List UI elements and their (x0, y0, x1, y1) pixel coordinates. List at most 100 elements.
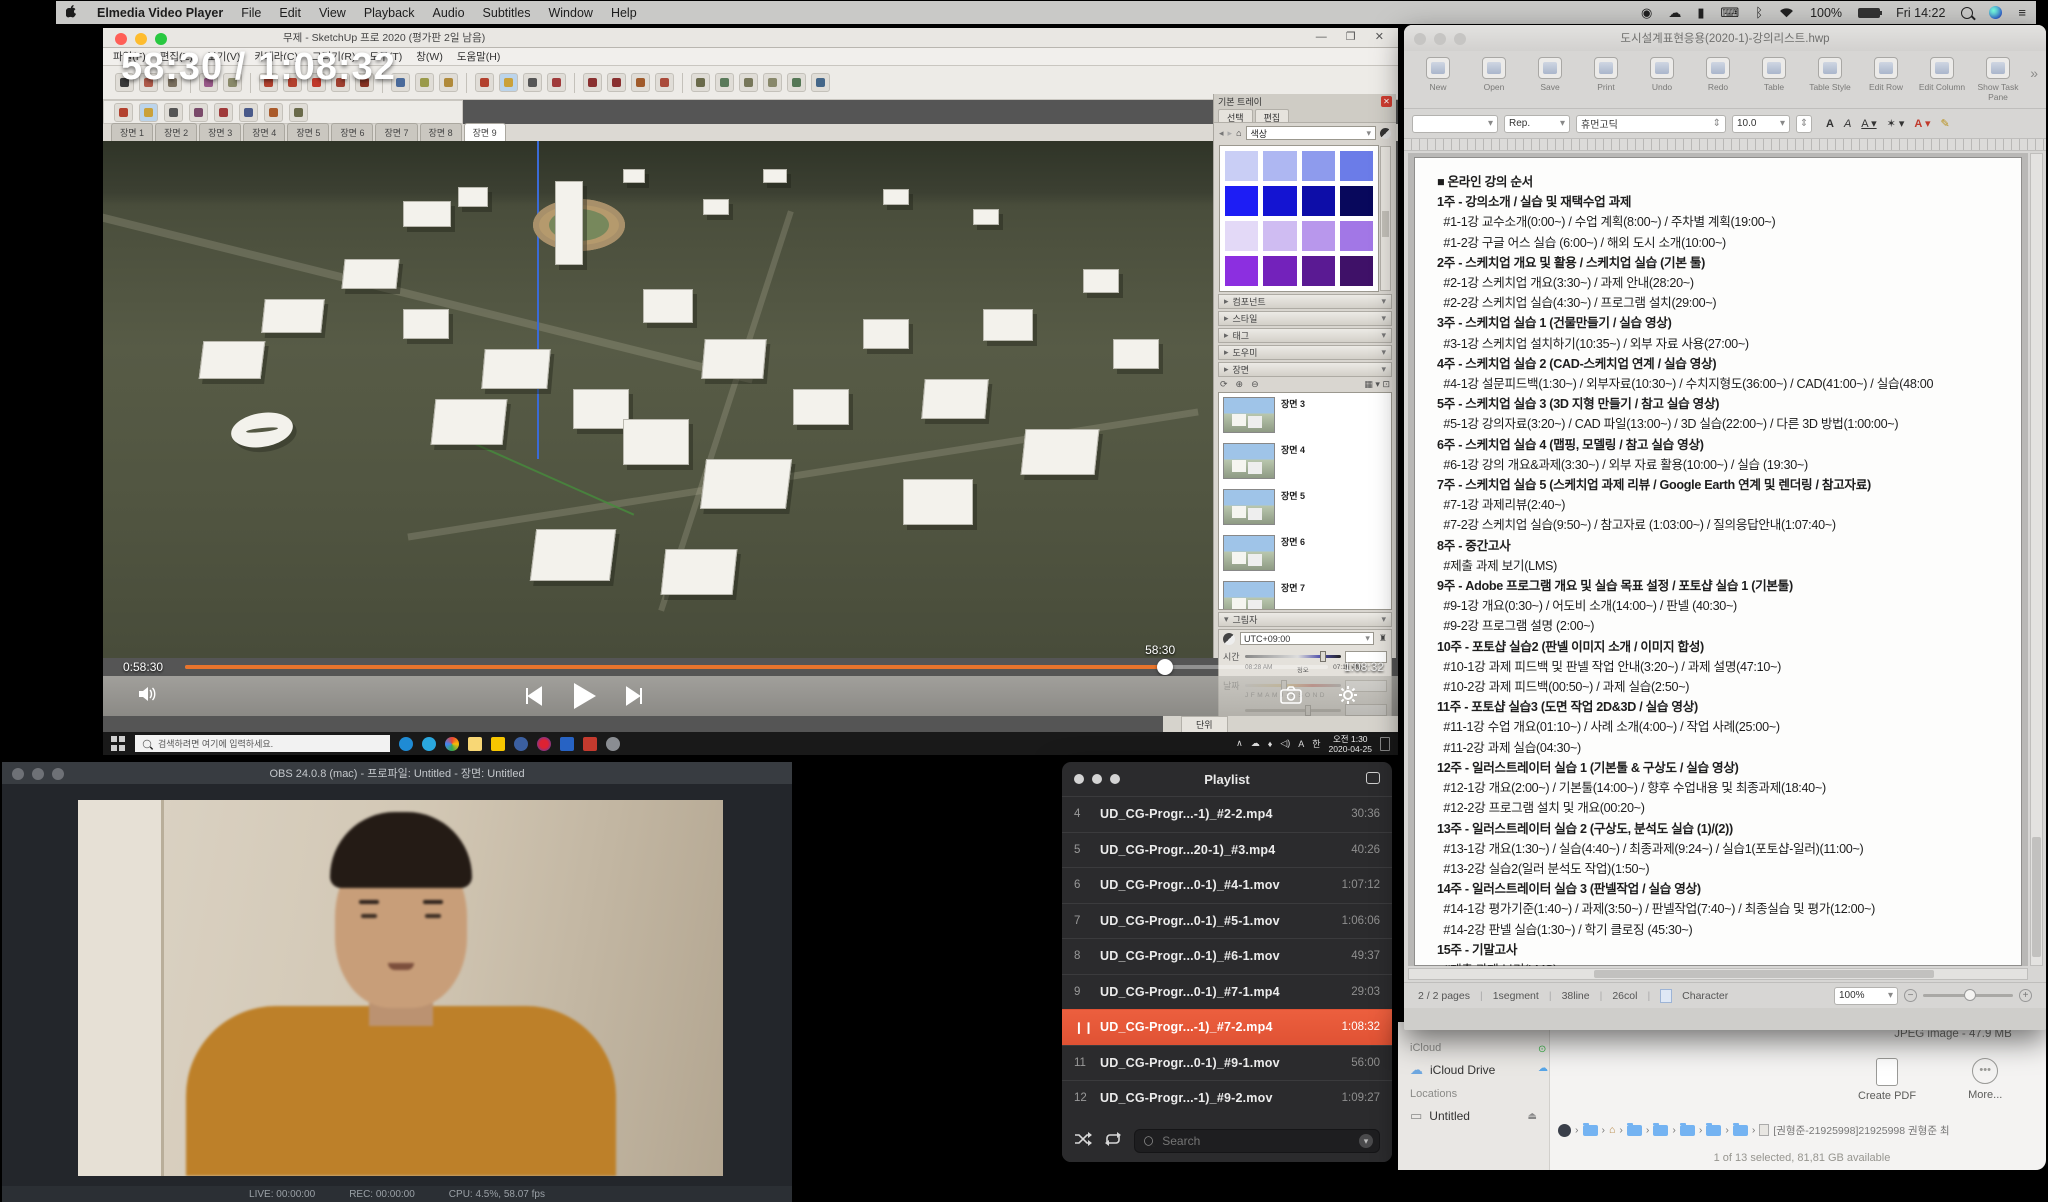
shuffle-icon[interactable] (1074, 1132, 1092, 1151)
bold-button[interactable]: A (1826, 118, 1834, 130)
color-swatch[interactable] (1302, 221, 1335, 251)
units-button[interactable]: 단위 (1181, 716, 1228, 733)
folder-icon[interactable] (1680, 1125, 1695, 1136)
hwp-toolbar-button[interactable]: Show Task Pane (1972, 57, 2024, 102)
forward-arrow-icon[interactable]: ▸ (1228, 128, 1233, 139)
zoom-slider[interactable] (1923, 994, 2013, 997)
minimize-button[interactable] (1092, 774, 1102, 784)
insert-mode-icon[interactable] (1660, 989, 1672, 1003)
folder-icon[interactable] (1733, 1125, 1748, 1136)
scene-view-options-icon[interactable]: ▦ ▾ ⊡ (1364, 379, 1390, 390)
menu-help[interactable]: Help (611, 6, 637, 20)
seek-handle[interactable] (1157, 659, 1173, 675)
more-button[interactable]: ••• More... (1968, 1058, 2002, 1102)
search-input[interactable] (1160, 1133, 1371, 1149)
zoom-button[interactable] (52, 768, 64, 780)
scene-list-item[interactable]: 장면 6 (1223, 535, 1387, 571)
font-color-button[interactable]: A ▾ (1914, 117, 1930, 130)
hwp-page[interactable]: ■ 온라인 강의 순서1주 - 강의소개 / 실습 및 재택수업 과제 #1-1… (1414, 157, 2022, 966)
scene-remove-icon[interactable]: ⊖ (1251, 379, 1259, 390)
color-swatch[interactable] (1340, 221, 1373, 251)
settings-gear-icon[interactable] (1338, 685, 1358, 710)
playlist-row[interactable]: 9 UD_CG-Progr...0-1)_#7-1.mp4 29:03 (1062, 974, 1392, 1010)
seek-bar[interactable]: 58:30 (185, 665, 1328, 669)
scene-list-item[interactable]: 장면 3 (1223, 397, 1387, 433)
volume-icon[interactable] (139, 686, 159, 707)
scene-tab[interactable]: 장면 4 (243, 123, 285, 141)
menu-edit[interactable]: Edit (279, 6, 301, 20)
zoom-button[interactable] (1454, 33, 1466, 45)
hwp-toolbar-button[interactable]: Edit Row (1860, 57, 1912, 92)
materials-tab[interactable]: 편집 (1255, 109, 1290, 122)
color-swatch[interactable] (1302, 151, 1335, 181)
scene-tab[interactable]: 장면 9 (464, 123, 506, 141)
color-swatch[interactable] (1225, 151, 1258, 181)
cloud-icon[interactable]: ☁ (1668, 5, 1681, 21)
font-size-select[interactable]: 10.0▾ (1732, 115, 1790, 133)
home-icon[interactable]: ⌂ (1236, 128, 1241, 138)
next-track-button[interactable] (625, 686, 645, 706)
apple-icon[interactable] (66, 5, 79, 20)
user-home-icon[interactable]: ⌂ (1609, 1124, 1615, 1136)
obs-status-icon[interactable]: ◉ (1641, 5, 1652, 21)
hwp-toolbar-button[interactable]: Table Style (1804, 57, 1856, 92)
zoom-button[interactable] (1110, 774, 1120, 784)
font-select[interactable]: 휴먼고딕⇕ (1576, 115, 1726, 133)
color-swatch[interactable] (1263, 221, 1296, 251)
horizontal-scrollbar[interactable] (1408, 968, 2028, 980)
bluetooth-icon[interactable]: ᛒ (1755, 5, 1763, 20)
color-swatch[interactable] (1340, 151, 1373, 181)
zoom-in-icon[interactable]: + (2019, 989, 2032, 1002)
minimize-button[interactable] (135, 33, 147, 45)
playlist-row[interactable]: 4 UD_CG-Progr...-1)_#2-2.mp4 30:36 (1062, 796, 1392, 832)
hwp-toolbar-button[interactable]: Open (1468, 57, 1520, 92)
folder-icon[interactable] (1653, 1125, 1668, 1136)
scene-tab[interactable]: 장면 1 (111, 123, 153, 141)
color-swatch[interactable] (1302, 256, 1335, 286)
scene-list-item[interactable]: 장면 5 (1223, 489, 1387, 525)
shadow-details-icon[interactable]: ♜ (1379, 633, 1387, 644)
minimize-button[interactable] (1434, 33, 1446, 45)
menu-bar-clock[interactable]: Fri 14:22 (1896, 6, 1945, 20)
color-swatch[interactable] (1302, 186, 1335, 216)
menu-view[interactable]: View (319, 6, 346, 20)
color-swatch[interactable] (1263, 256, 1296, 286)
playlist-search-field[interactable]: ▾ (1134, 1129, 1380, 1153)
style-select[interactable]: ▾ (1412, 115, 1498, 133)
color-swatch[interactable] (1225, 186, 1258, 216)
sketchup-viewport[interactable] (103, 141, 1215, 658)
playlist-row[interactable]: 5 UD_CG-Progr...20-1)_#3.mp4 40:26 (1062, 832, 1392, 868)
snapshot-icon[interactable] (1280, 686, 1302, 709)
menu-file[interactable]: File (241, 6, 261, 20)
menu-subtitles[interactable]: Subtitles (483, 6, 531, 20)
breadcrumb-filename[interactable]: [권형준-21925998]21925998 권형준 최 (1773, 1123, 1949, 1138)
wifi-icon[interactable] (1779, 7, 1794, 18)
hwp-toolbar-button[interactable]: Table (1748, 57, 1800, 92)
minimize-button[interactable] (32, 768, 44, 780)
folder-icon[interactable] (1627, 1125, 1642, 1136)
repeat-icon[interactable] (1104, 1132, 1122, 1151)
playlist-row[interactable]: 8 UD_CG-Progr...0-1)_#6-1.mov 49:37 (1062, 938, 1392, 974)
hwp-toolbar-button[interactable]: Edit Column (1916, 57, 1968, 92)
scene-tab[interactable]: 장면 5 (287, 123, 329, 141)
swatch-scrollbar[interactable] (1380, 146, 1391, 291)
tray-section-header[interactable]: ▸태그▾ (1218, 328, 1392, 343)
scene-tab[interactable]: 장면 2 (155, 123, 197, 141)
spotlight-icon[interactable] (1961, 7, 1973, 19)
hwp-toolbar-button[interactable]: Undo (1636, 57, 1688, 92)
notification-center-icon[interactable]: ≡ (2018, 5, 2026, 20)
hwp-toolbar-button[interactable]: Redo (1692, 57, 1744, 92)
color-swatch[interactable] (1340, 186, 1373, 216)
previous-track-button[interactable] (523, 686, 543, 706)
scene-tab[interactable]: 장면 3 (199, 123, 241, 141)
materials-tab[interactable]: 선택 (1218, 109, 1253, 122)
color-swatch[interactable] (1340, 256, 1373, 286)
siri-icon[interactable] (1989, 6, 2002, 19)
playlist-row[interactable]: 6 UD_CG-Progr...0-1)_#4-1.mov 1:07:12 (1062, 867, 1392, 903)
menu-audio[interactable]: Audio (433, 6, 465, 20)
tray-section-header[interactable]: ▸스타일▾ (1218, 311, 1392, 326)
scene-tab[interactable]: 장면 8 (420, 123, 462, 141)
create-pdf-button[interactable]: Create PDF (1858, 1058, 1916, 1102)
close-button[interactable] (1074, 774, 1084, 784)
zoom-button[interactable] (155, 33, 167, 45)
